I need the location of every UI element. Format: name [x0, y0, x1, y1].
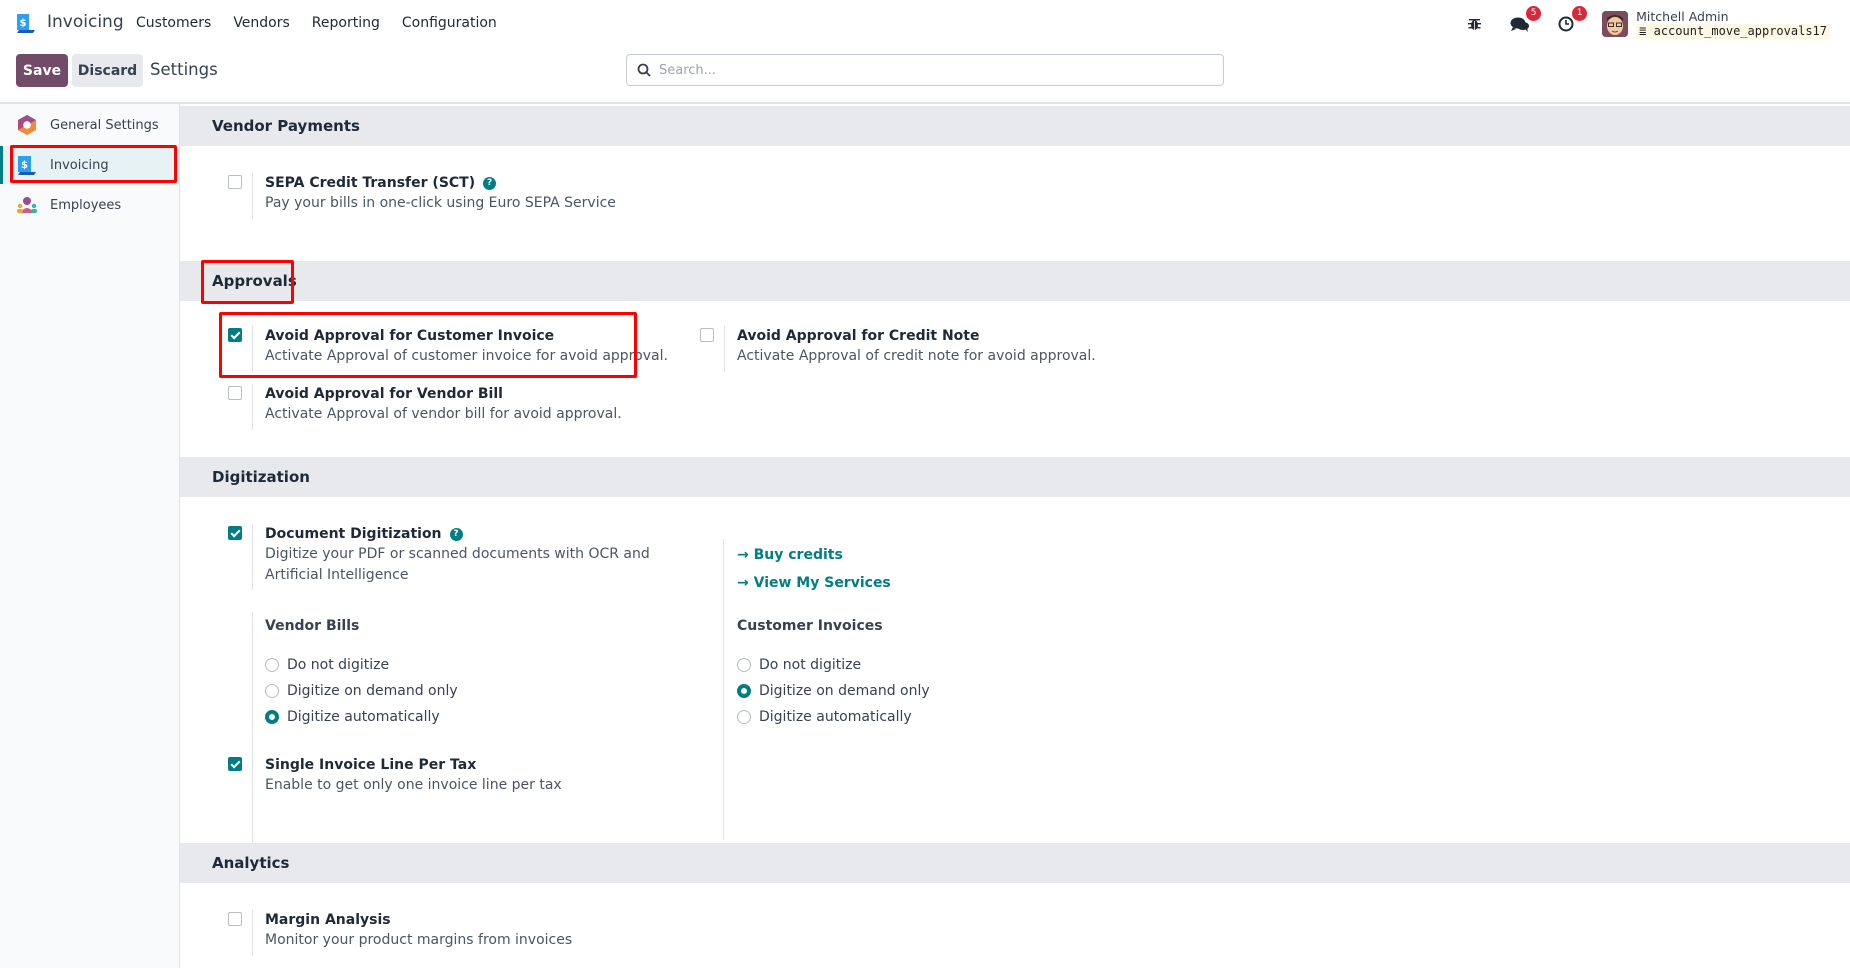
digitization-links: → Buy credits → View My Services: [737, 541, 891, 597]
page-title: Settings: [150, 60, 218, 79]
customer-invoices-label: Customer Invoices: [737, 618, 883, 634]
app-name[interactable]: Invoicing: [47, 12, 124, 32]
setting-description: Pay your bills in one-click using Euro S…: [265, 195, 616, 211]
help-icon[interactable]: ?: [449, 527, 463, 541]
radio-button[interactable]: [737, 658, 751, 672]
radio-button-selected[interactable]: [737, 684, 751, 698]
avoid-approval-vendor-bill-checkbox[interactable]: [228, 386, 242, 400]
user-name: Mitchell Admin: [1636, 9, 1729, 24]
employees-icon: [17, 197, 37, 213]
customer-invoices-option-do-not-digitize[interactable]: Do not digitize: [737, 652, 930, 678]
setting-description: Enable to get only one invoice line per …: [265, 777, 562, 793]
search-icon: [637, 63, 651, 77]
settings-content: Vendor Payments SEPA Credit Transfer (SC…: [180, 104, 1850, 968]
database-icon: ≣: [1639, 24, 1647, 38]
customer-invoices-option-on-demand[interactable]: Digitize on demand only: [737, 678, 930, 704]
section-header-vendor-payments: Vendor Payments: [180, 106, 1850, 146]
margin-analysis-checkbox[interactable]: [228, 912, 242, 926]
setting-description: Activate Approval of customer invoice fo…: [265, 348, 668, 364]
sidebar-item-employees[interactable]: Employees: [0, 186, 179, 224]
bug-icon[interactable]: [1464, 14, 1484, 34]
setting-title: Avoid Approval for Customer Invoice: [265, 328, 555, 344]
section-header-analytics: Analytics: [180, 843, 1850, 883]
sidebar-item-invoicing[interactable]: $ Invoicing: [0, 146, 179, 184]
svg-text:$: $: [20, 18, 27, 29]
top-navbar: $ Invoicing Customers Vendors Reporting …: [0, 0, 1850, 46]
vendor-bills-option-automatically[interactable]: Digitize automatically: [265, 704, 458, 730]
sidebar-item-label: Employees: [50, 197, 122, 213]
section-header-digitization: Digitization: [180, 457, 1850, 497]
save-button[interactable]: Save: [16, 54, 68, 87]
vendor-bills-divider: [252, 612, 253, 842]
menu-configuration[interactable]: Configuration: [402, 15, 497, 31]
general-settings-icon: [18, 115, 36, 135]
single-invoice-line-checkbox[interactable]: [228, 757, 242, 771]
avoid-approval-credit-note-checkbox[interactable]: [700, 328, 714, 342]
search-box: [626, 54, 1224, 86]
discard-button[interactable]: Discard: [72, 54, 143, 87]
document-digitization-checkbox[interactable]: [228, 526, 242, 540]
menu-reporting[interactable]: Reporting: [312, 15, 380, 31]
setting-title: Margin Analysis: [265, 912, 391, 928]
sidebar-item-label: General Settings: [50, 117, 159, 133]
section-header-approvals: Approvals: [180, 261, 1850, 301]
radio-button[interactable]: [265, 684, 279, 698]
search-input[interactable]: [659, 62, 1199, 78]
radio-button[interactable]: [737, 710, 751, 724]
customer-invoices-option-automatically[interactable]: Digitize automatically: [737, 704, 930, 730]
settings-sidebar: General Settings $ Invoicing Employees: [0, 104, 180, 968]
radio-button[interactable]: [265, 658, 279, 672]
setting-description: Digitize your PDF or scanned documents w…: [265, 546, 650, 562]
avoid-approval-customer-invoice-checkbox[interactable]: [228, 328, 242, 342]
invoicing-app-icon[interactable]: $: [15, 12, 37, 34]
sepa-checkbox[interactable]: [228, 175, 242, 189]
messages-badge: 5: [1526, 6, 1542, 21]
sidebar-item-general-settings[interactable]: General Settings: [0, 106, 179, 144]
vendor-bills-option-on-demand[interactable]: Digitize on demand only: [265, 678, 458, 704]
column-divider: [723, 539, 724, 839]
user-menu[interactable]: Mitchell Admin ≣ account_move_approvals1…: [1636, 9, 1830, 39]
setting-title: SEPA Credit Transfer (SCT): [265, 175, 476, 191]
invoicing-icon: $: [18, 156, 36, 175]
avatar[interactable]: [1602, 11, 1629, 37]
buy-credits-link[interactable]: → Buy credits: [737, 547, 843, 563]
setting-description-cont: Artificial Intelligence: [265, 567, 409, 583]
setting-title: Avoid Approval for Vendor Bill: [265, 386, 503, 402]
menu-vendors[interactable]: Vendors: [233, 15, 289, 31]
menu-customers[interactable]: Customers: [136, 15, 211, 31]
vendor-bills-label: Vendor Bills: [265, 618, 360, 634]
vendor-bills-group: Vendor Bills Do not digitize Digitize on…: [265, 618, 458, 730]
activities-badge: 1: [1572, 6, 1588, 21]
sidebar-item-label: Invoicing: [50, 157, 109, 173]
customer-invoices-group: Customer Invoices Do not digitize Digiti…: [737, 618, 930, 730]
activities-button[interactable]: 1: [1556, 6, 1588, 34]
setting-title: Document Digitization: [265, 526, 442, 542]
vendor-bills-option-do-not-digitize[interactable]: Do not digitize: [265, 652, 458, 678]
setting-title: Avoid Approval for Credit Note: [737, 328, 980, 344]
setting-description: Activate Approval of vendor bill for avo…: [265, 406, 622, 422]
view-my-services-link[interactable]: → View My Services: [737, 575, 891, 591]
setting-description: Activate Approval of credit note for avo…: [737, 348, 1096, 364]
radio-button-selected[interactable]: [265, 710, 279, 724]
help-icon[interactable]: ?: [483, 176, 497, 190]
database-name: ≣ account_move_approvals17: [1636, 24, 1830, 39]
systray: 5 1 Mitchell Admin ≣ account_move_approv…: [1464, 6, 1830, 40]
messages-button[interactable]: 5: [1510, 6, 1542, 34]
main-menu: Customers Vendors Reporting Configuratio…: [136, 15, 497, 31]
svg-text:$: $: [21, 160, 28, 171]
setting-title: Single Invoice Line Per Tax: [265, 757, 477, 773]
setting-description: Monitor your product margins from invoic…: [265, 932, 573, 948]
clock-icon: [1558, 16, 1574, 32]
